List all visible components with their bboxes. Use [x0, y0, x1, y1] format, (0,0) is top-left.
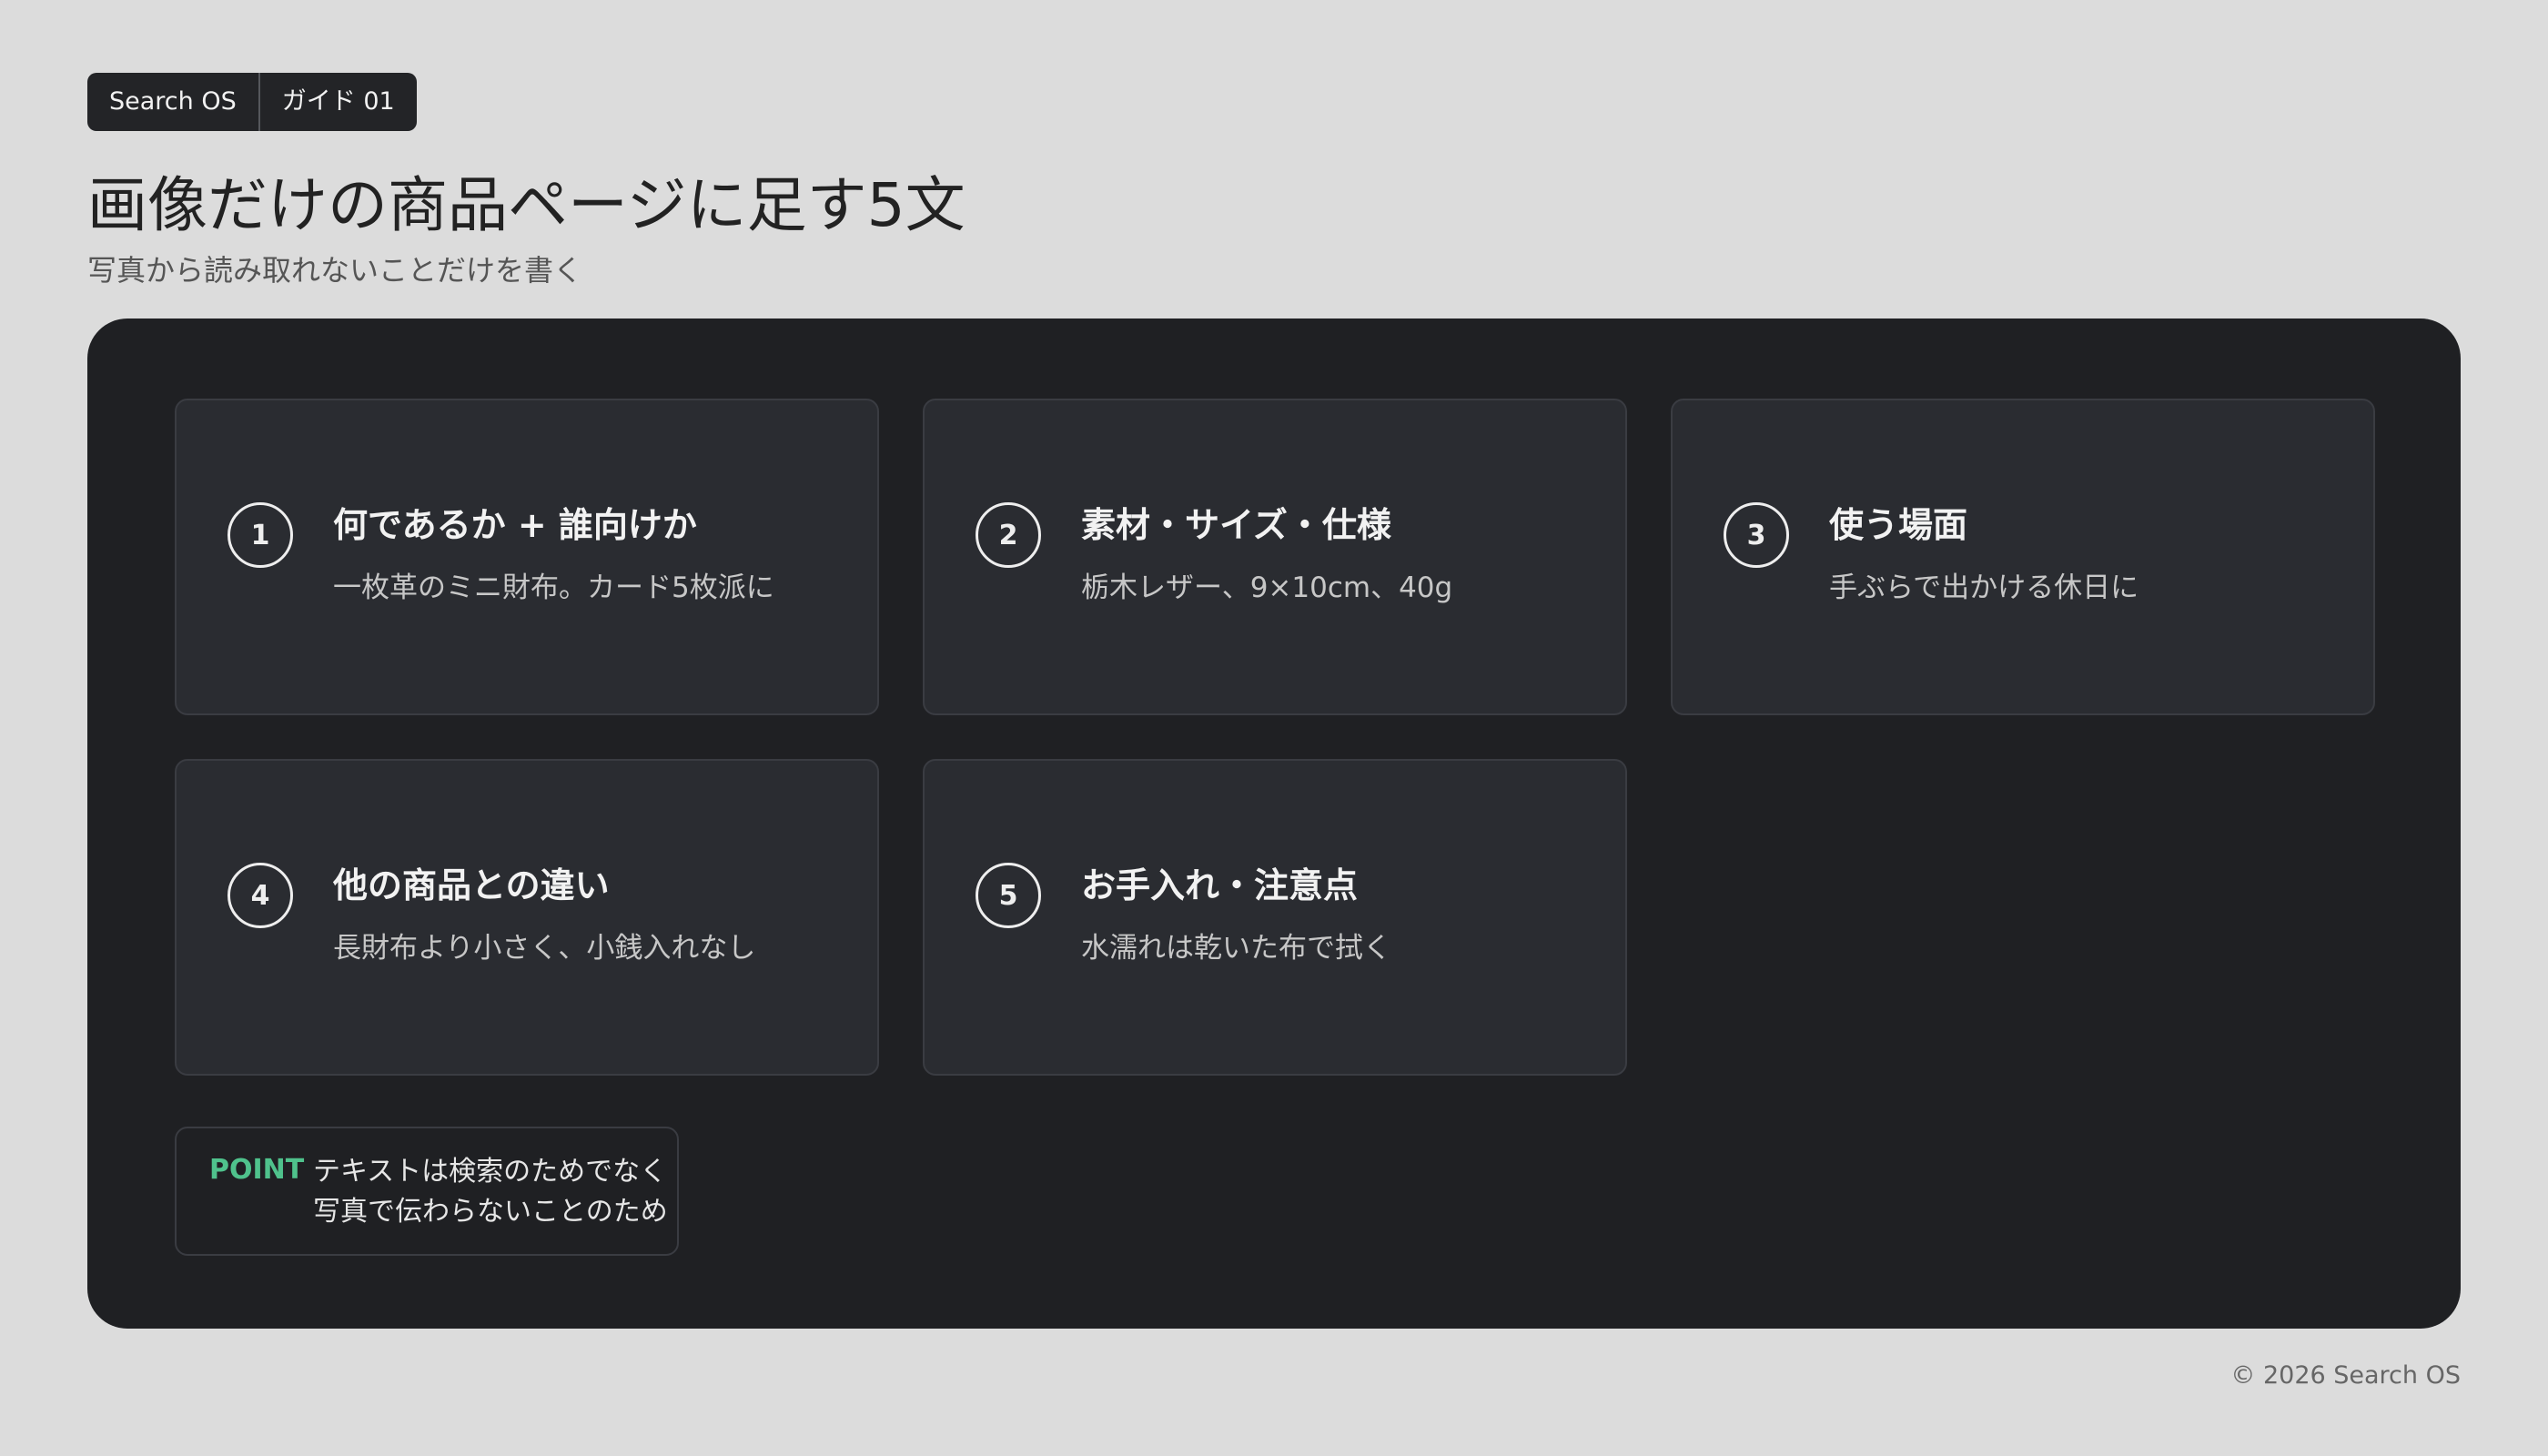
- page-title: 画像だけの商品ページに足す5文: [87, 170, 966, 240]
- breadcrumb-item-guide[interactable]: ガイド 01: [258, 73, 417, 131]
- step-description: 一枚革のミニ財布。カード5枚派に: [333, 571, 774, 604]
- step-title: 何であるか + 誰向けか: [333, 505, 697, 545]
- step-title: 他の商品との違い: [333, 865, 610, 905]
- step-number-badge: 4: [228, 863, 293, 928]
- breadcrumb: Search OS ガイド 01: [87, 73, 417, 131]
- page-subtitle: 写真から読み取れないことだけを書く: [87, 253, 583, 288]
- step-title: 使う場面: [1829, 505, 1968, 545]
- point-text-line-2: 写真で伝わらないことのため: [313, 1196, 668, 1228]
- step-number-badge: 2: [976, 502, 1041, 568]
- footer-copyright: © 2026 Search OS: [2230, 1361, 2461, 1390]
- step-card-1: 1 何であるか + 誰向けか 一枚革のミニ財布。カード5枚派に: [175, 399, 879, 715]
- step-card-4: 4 他の商品との違い 長財布より小さく、小銭入れなし: [175, 759, 879, 1076]
- point-text: テキストは検索のためでなく 写真で伝わらないことのため: [313, 1152, 668, 1232]
- step-card-3: 3 使う場面 手ぶらで出かける休日に: [1671, 399, 2375, 715]
- step-title: 素材・サイズ・仕様: [1081, 505, 1391, 545]
- step-number-badge: 3: [1724, 502, 1789, 568]
- point-callout: POINT テキストは検索のためでなく 写真で伝わらないことのため: [175, 1127, 679, 1256]
- step-description: 水濡れは乾いた布で拭く: [1081, 932, 1391, 965]
- breadcrumb-item-app[interactable]: Search OS: [87, 73, 258, 131]
- step-description: 手ぶらで出かける休日に: [1829, 571, 2139, 604]
- step-number-badge: 1: [228, 502, 293, 568]
- step-card-5: 5 お手入れ・注意点 水濡れは乾いた布で拭く: [923, 759, 1627, 1076]
- point-label: POINT: [209, 1154, 305, 1186]
- step-title: お手入れ・注意点: [1081, 865, 1359, 905]
- step-number-badge: 5: [976, 863, 1041, 928]
- content-panel: 1 何であるか + 誰向けか 一枚革のミニ財布。カード5枚派に 2 素材・サイズ…: [87, 318, 2461, 1329]
- step-description: 栃木レザー、9×10cm、40g: [1081, 571, 1453, 604]
- step-description: 長財布より小さく、小銭入れなし: [333, 932, 756, 965]
- step-card-2: 2 素材・サイズ・仕様 栃木レザー、9×10cm、40g: [923, 399, 1627, 715]
- point-text-line-1: テキストは検索のためでなく: [313, 1156, 668, 1188]
